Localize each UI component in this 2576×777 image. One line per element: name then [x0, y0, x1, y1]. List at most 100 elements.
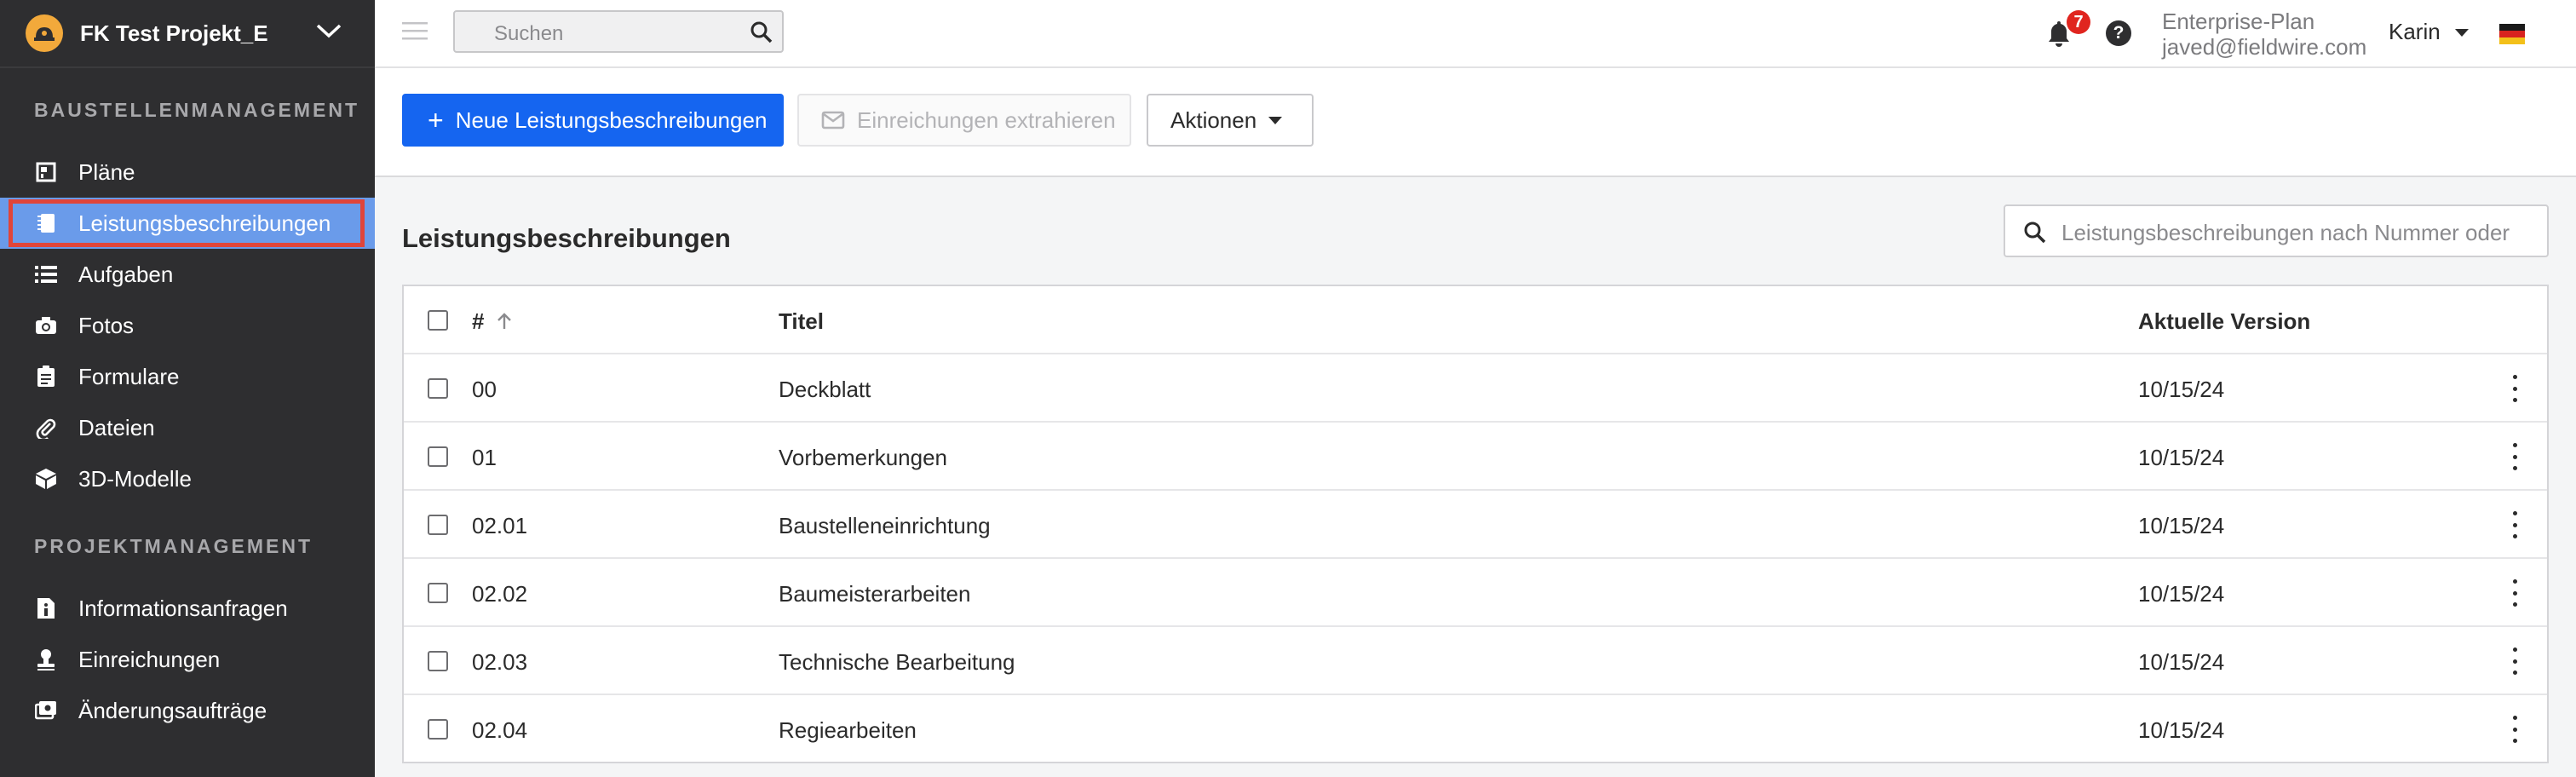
sidebar-item-label: Dateien — [78, 414, 155, 440]
table-row[interactable]: 02.01 Baustelleneinrichtung 10/15/24 — [404, 491, 2547, 559]
column-header-version[interactable]: Aktuelle Version — [2138, 308, 2310, 335]
action-toolbar: + Neue Leistungsbeschreibungen Einreichu… — [375, 68, 2576, 177]
sidebar-item-label: Einreichungen — [78, 646, 221, 672]
sidebar-item-label: Informationsanfragen — [78, 595, 288, 621]
camera-icon — [34, 314, 58, 337]
list-icon — [34, 262, 58, 286]
project-selector[interactable]: FK Test Projekt_E — [0, 0, 375, 68]
search-placeholder: Suchen — [494, 22, 564, 45]
row-version: 10/15/24 — [2138, 717, 2225, 743]
sort-ascending-icon[interactable] — [496, 310, 513, 337]
more-options-icon[interactable] — [2510, 511, 2520, 538]
row-title[interactable]: Vorbemerkungen — [779, 445, 947, 471]
row-version: 10/15/24 — [2138, 377, 2225, 402]
envelope-icon — [821, 111, 845, 130]
cube-icon — [34, 467, 58, 491]
sidebar-item-label: Pläne — [78, 158, 135, 185]
column-header-title[interactable]: Titel — [779, 308, 824, 335]
user-email: javed@fieldwire.com — [2162, 34, 2367, 60]
chevron-down-icon[interactable] — [315, 22, 342, 43]
row-checkbox[interactable] — [428, 651, 448, 671]
extract-submittals-button[interactable]: Einreichungen extrahieren — [797, 94, 1131, 147]
sidebar-item-aufgaben[interactable]: Aufgaben — [0, 249, 375, 300]
row-checkbox[interactable] — [428, 719, 448, 740]
sidebar-item-fotos[interactable]: Fotos — [0, 300, 375, 351]
row-title[interactable]: Deckblatt — [779, 377, 871, 403]
actions-label: Aktionen — [1170, 106, 1257, 133]
search-icon — [2022, 220, 2048, 250]
section-title-baustellenmanagement: BAUSTELLENMANAGEMENT — [34, 99, 359, 121]
account-info: Enterprise-Plan javed@fieldwire.com — [2162, 9, 2366, 60]
germany-flag-icon[interactable] — [2499, 24, 2525, 44]
new-specification-label: Neue Leistungsbeschreibungen — [455, 106, 768, 133]
row-number: 02.01 — [472, 513, 528, 538]
row-number: 02.02 — [472, 581, 528, 607]
sidebar-item-label: Fotos — [78, 312, 135, 338]
plus-icon: + — [428, 105, 444, 135]
more-options-icon[interactable] — [2510, 375, 2520, 402]
row-checkbox[interactable] — [428, 378, 448, 399]
global-search-input[interactable]: Suchen — [453, 10, 784, 53]
sidebar-item-label: Aufgaben — [78, 261, 174, 287]
user-menu[interactable]: Karin — [2389, 19, 2441, 45]
select-all-checkbox[interactable] — [428, 310, 448, 331]
section-title-projektmanagement: PROJEKTMANAGEMENT — [34, 535, 313, 557]
row-number: 01 — [472, 445, 497, 470]
help-icon[interactable]: ? — [2106, 20, 2131, 46]
row-number: 02.04 — [472, 717, 528, 743]
sidebar-item-3d-modelle[interactable]: 3D-Modelle — [0, 453, 375, 504]
hardhat-icon — [26, 14, 63, 52]
table-header-row: # Titel Aktuelle Version — [404, 286, 2547, 354]
sidebar-item-formulare[interactable]: Formulare — [0, 351, 375, 402]
clipboard-icon — [34, 365, 58, 388]
highlight-box — [9, 199, 365, 247]
caret-down-icon[interactable] — [2455, 29, 2469, 37]
stamp-icon — [34, 648, 58, 671]
more-options-icon[interactable] — [2510, 648, 2520, 675]
caret-down-icon — [1268, 116, 1283, 124]
row-checkbox[interactable] — [428, 583, 448, 603]
menu-icon[interactable] — [402, 20, 428, 47]
extract-submittals-label: Einreichungen extrahieren — [857, 106, 1116, 133]
sidebar-item-dateien[interactable]: Dateien — [0, 402, 375, 453]
row-checkbox[interactable] — [428, 515, 448, 535]
search-icon[interactable] — [750, 20, 773, 49]
plan-label: Enterprise-Plan — [2162, 9, 2315, 34]
row-title[interactable]: Baumeisterarbeiten — [779, 581, 970, 607]
row-version: 10/15/24 — [2138, 649, 2225, 675]
top-bar: Suchen 7 ? Enterprise-Plan javed@fieldwi… — [375, 0, 2576, 68]
table-row[interactable]: 01 Vorbemerkungen 10/15/24 — [404, 423, 2547, 491]
row-version: 10/15/24 — [2138, 581, 2225, 607]
sidebar: FK Test Projekt_E BAUSTELLENMANAGEMENT P… — [0, 0, 375, 777]
row-version: 10/15/24 — [2138, 513, 2225, 538]
row-checkbox[interactable] — [428, 446, 448, 467]
info-document-icon — [34, 596, 58, 620]
row-title[interactable]: Baustelleneinrichtung — [779, 513, 991, 539]
sidebar-item-aenderungsauftraege[interactable]: Änderungsaufträge — [0, 685, 375, 736]
row-title[interactable]: Technische Bearbeitung — [779, 649, 1015, 676]
page-title: Leistungsbeschreibungen — [402, 223, 731, 253]
table-row[interactable]: 02.03 Technische Bearbeitung 10/15/24 — [404, 627, 2547, 695]
change-order-icon — [34, 699, 58, 722]
paperclip-icon — [34, 416, 58, 440]
sidebar-item-label: Änderungsaufträge — [78, 697, 267, 723]
sidebar-item-einreichungen[interactable]: Einreichungen — [0, 634, 375, 685]
table-row[interactable]: 02.02 Baumeisterarbeiten 10/15/24 — [404, 559, 2547, 627]
row-number: 00 — [472, 377, 497, 402]
specifications-table: # Titel Aktuelle Version 00 Deckblatt 10… — [402, 285, 2549, 763]
more-options-icon[interactable] — [2510, 443, 2520, 470]
sidebar-item-leistungsbeschreibungen[interactable]: Leistungsbeschreibungen — [0, 198, 375, 249]
actions-dropdown[interactable]: Aktionen — [1147, 94, 1314, 147]
column-header-number[interactable]: # — [472, 308, 484, 335]
sidebar-item-plaene[interactable]: Pläne — [0, 147, 375, 198]
row-title[interactable]: Regiearbeiten — [779, 717, 917, 744]
new-specification-button[interactable]: + Neue Leistungsbeschreibungen — [402, 94, 784, 147]
table-row[interactable]: 02.04 Regiearbeiten 10/15/24 — [404, 695, 2547, 763]
table-row[interactable]: 00 Deckblatt 10/15/24 — [404, 354, 2547, 423]
row-version: 10/15/24 — [2138, 445, 2225, 470]
specification-filter-input[interactable]: Leistungsbeschreibungen nach Nummer oder — [2004, 204, 2549, 257]
sidebar-item-informationsanfragen[interactable]: Informationsanfragen — [0, 583, 375, 634]
more-options-icon[interactable] — [2510, 716, 2520, 743]
sidebar-item-label: Formulare — [78, 363, 180, 389]
more-options-icon[interactable] — [2510, 579, 2520, 607]
